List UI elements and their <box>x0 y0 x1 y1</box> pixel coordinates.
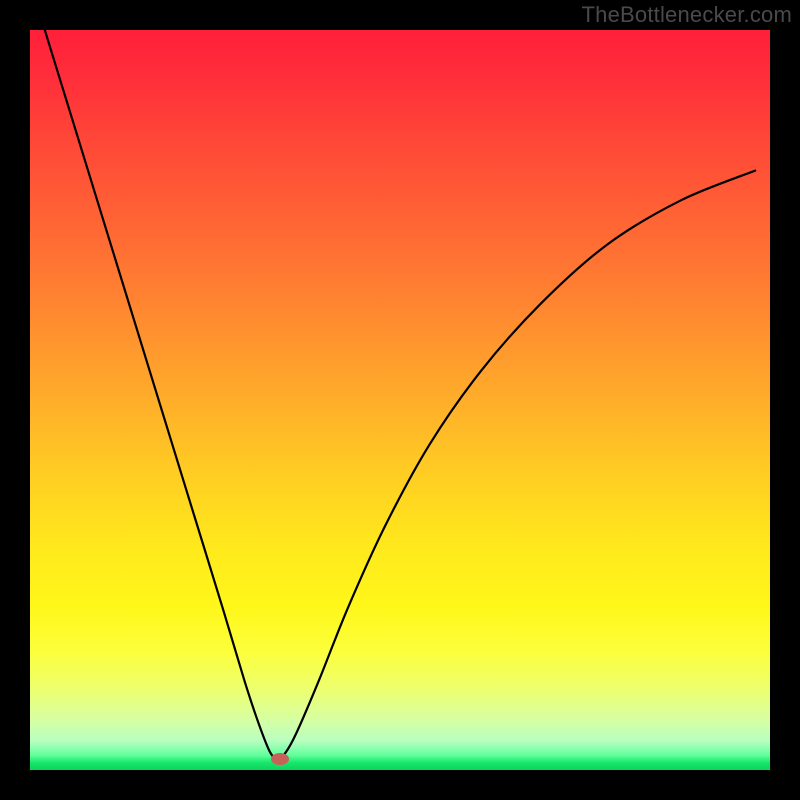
attribution-text: TheBottlenecker.com <box>582 2 792 28</box>
chart-frame: TheBottlenecker.com <box>0 0 800 800</box>
bottleneck-curve <box>30 30 770 770</box>
optimal-point-marker <box>271 753 289 765</box>
plot-area <box>30 30 770 770</box>
